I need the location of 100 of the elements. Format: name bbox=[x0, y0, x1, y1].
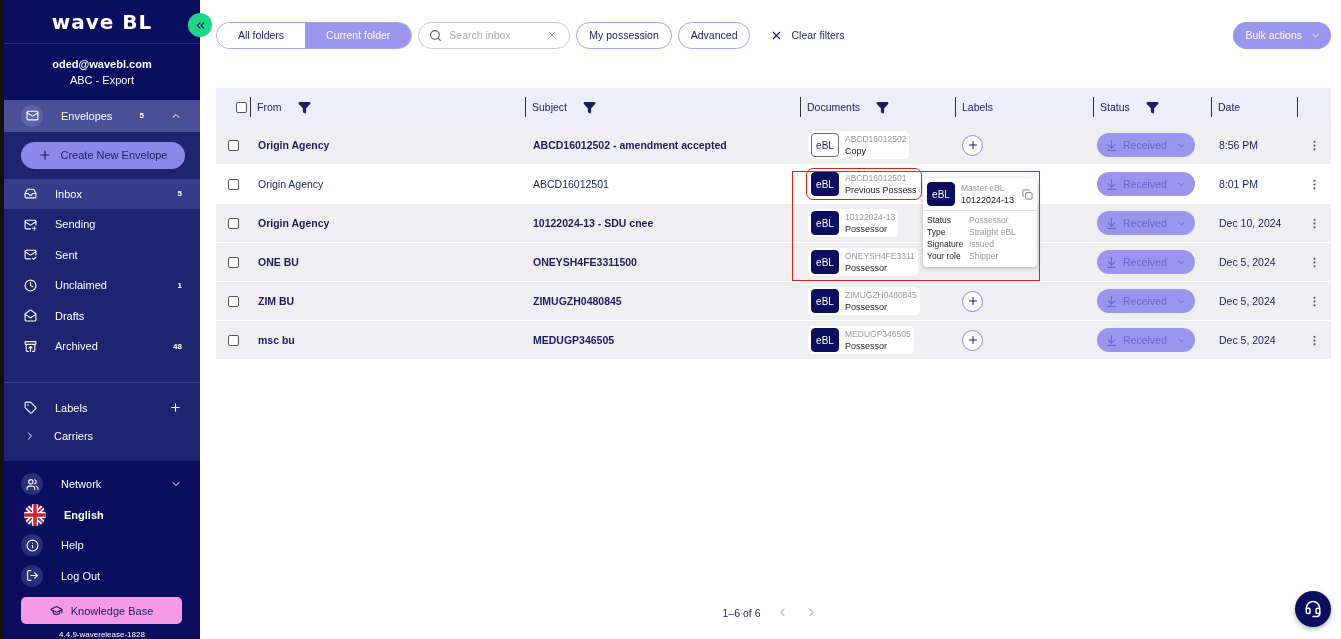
tooltip-label: Your role bbox=[927, 251, 962, 261]
add-label-button[interactable] bbox=[962, 290, 983, 312]
document-chip[interactable]: eBL ABCD16012502 Copy bbox=[808, 131, 910, 159]
folder-count: 5 bbox=[177, 189, 182, 199]
copy-icon[interactable] bbox=[1022, 188, 1033, 200]
organization-name: ABC - Export bbox=[69, 73, 135, 86]
document-chip[interactable]: eBL ONEYSH4FE3311 Possessor bbox=[808, 248, 918, 276]
sender-cell-text: msc bu bbox=[257, 334, 296, 346]
document-role: Possessor bbox=[845, 223, 889, 235]
column-header[interactable]: From bbox=[257, 101, 282, 113]
add-label-button[interactable] bbox=[962, 134, 983, 156]
filter-icon[interactable] bbox=[297, 100, 311, 114]
sender-cell-text: ZIM BU bbox=[257, 295, 296, 307]
tag-icon bbox=[24, 401, 37, 415]
filter-button[interactable]: My possession bbox=[576, 21, 672, 49]
folder-count: 48 bbox=[173, 341, 182, 351]
sidebar-item[interactable]: Log Out bbox=[61, 569, 182, 582]
ebl-badge: eBL bbox=[811, 289, 839, 313]
info-icon bbox=[25, 538, 39, 552]
document-number: ABCD16012502 bbox=[845, 133, 907, 145]
document-number: 10122024-13 bbox=[845, 211, 896, 223]
document-role: Possessor bbox=[845, 301, 889, 313]
open-envelope-icon bbox=[24, 309, 37, 323]
user-email: oded@wavebl.com bbox=[52, 57, 152, 70]
pagination-range: 1–6 of 6 bbox=[722, 606, 761, 619]
download-icon bbox=[1105, 138, 1118, 152]
date-cell-text: 8:56 PM bbox=[1218, 139, 1260, 151]
clear-filters-button[interactable]: Clear filters bbox=[764, 27, 851, 43]
envelope-icon bbox=[25, 109, 39, 122]
ebl-badge: eBL bbox=[811, 133, 839, 157]
sender-cell-text: Origin Agency bbox=[257, 139, 331, 151]
document-role: Previous Possess bbox=[845, 184, 917, 196]
sidebar-item[interactable]: Network bbox=[61, 478, 152, 491]
column-header[interactable]: Labels bbox=[962, 101, 993, 113]
ebl-badge: eBL bbox=[927, 182, 955, 206]
download-icon bbox=[1105, 216, 1118, 230]
column-header[interactable]: Status bbox=[1100, 101, 1130, 113]
folder-item[interactable]: Archived 48 bbox=[4, 331, 200, 362]
people-icon bbox=[25, 477, 39, 491]
folder-label: Unclaimed bbox=[55, 279, 108, 292]
document-role: Copy bbox=[845, 145, 867, 157]
folder-item[interactable]: Inbox 5 bbox=[4, 178, 200, 209]
row-checkbox[interactable] bbox=[228, 139, 239, 151]
column-header[interactable]: Documents bbox=[807, 101, 861, 113]
subject-cell-text: ONEYSH4FE3311500 bbox=[532, 256, 638, 268]
document-number: MEDUGP346505 bbox=[845, 328, 911, 340]
knowledge-base-button[interactable]: Knowledge Base bbox=[21, 597, 182, 624]
document-role: Possessor bbox=[845, 262, 889, 274]
folder-item[interactable]: Drafts bbox=[4, 300, 200, 331]
plus-icon bbox=[966, 139, 979, 151]
folder-label: Sent bbox=[55, 248, 79, 261]
inbox-tray-icon bbox=[24, 187, 37, 201]
headset-icon bbox=[1304, 600, 1322, 618]
tooltip-title: Master eBL bbox=[961, 182, 1006, 194]
folder-item[interactable]: Unclaimed 1 bbox=[4, 270, 200, 301]
row-checkbox[interactable] bbox=[228, 178, 239, 190]
date-cell-text: Dec 5, 2024 bbox=[1218, 334, 1277, 346]
date-cell-text: 8:01 PM bbox=[1218, 178, 1260, 190]
download-icon bbox=[1105, 333, 1118, 347]
sender-cell-text: ONE BU bbox=[257, 256, 300, 268]
filter-icon[interactable] bbox=[1145, 100, 1159, 114]
filter-button[interactable]: Advanced bbox=[677, 21, 751, 49]
row-checkbox[interactable] bbox=[228, 334, 239, 346]
mail-check-icon bbox=[24, 248, 37, 262]
date-cell-text: Dec 5, 2024 bbox=[1218, 295, 1277, 307]
plus-icon bbox=[966, 334, 979, 346]
folder-item[interactable]: Sending bbox=[4, 209, 200, 240]
clock-icon bbox=[24, 278, 37, 292]
label-item[interactable]: Carriers bbox=[54, 430, 182, 442]
download-icon bbox=[1105, 294, 1118, 308]
ebl-badge: eBL bbox=[811, 328, 839, 352]
sidebar-item[interactable]: English bbox=[64, 508, 182, 521]
select-all-checkbox[interactable] bbox=[236, 101, 247, 113]
tooltip-label: Type bbox=[927, 227, 947, 237]
add-label-button[interactable] bbox=[962, 329, 983, 351]
document-chip[interactable]: eBL ABCD16012501 Previous Possess bbox=[808, 170, 920, 198]
document-chip[interactable]: eBL ZIMUGZH0480845 Possessor bbox=[808, 287, 920, 315]
search-field[interactable]: Search inbox bbox=[418, 21, 571, 49]
envelopes-section[interactable]: Envelopes bbox=[61, 109, 122, 122]
folder-label: Sending bbox=[55, 218, 97, 231]
document-chip[interactable]: eBL MEDUGP346505 Possessor bbox=[808, 326, 914, 354]
collapse-sidebar-button[interactable] bbox=[188, 13, 212, 37]
folder-item[interactable]: Sent bbox=[4, 239, 200, 270]
column-header[interactable]: Subject bbox=[532, 101, 568, 113]
row-checkbox[interactable] bbox=[228, 217, 239, 229]
subject-cell-text: MEDUGP346505 bbox=[532, 334, 616, 346]
row-checkbox[interactable] bbox=[228, 256, 239, 268]
document-chip[interactable]: eBL 10122024-13 Possessor bbox=[808, 209, 899, 237]
row-checkbox[interactable] bbox=[228, 295, 239, 307]
mail-plus-icon bbox=[24, 217, 37, 231]
create-envelope-button[interactable]: Create New Envelope bbox=[21, 141, 185, 169]
filter-icon[interactable] bbox=[583, 100, 597, 114]
support-button[interactable] bbox=[1295, 591, 1331, 627]
sidebar-item[interactable]: Help bbox=[61, 539, 182, 552]
labels-section[interactable]: Labels bbox=[55, 401, 151, 414]
column-header[interactable]: Date bbox=[1218, 101, 1241, 113]
archive-box-icon bbox=[24, 339, 37, 353]
add-label-icon[interactable] bbox=[169, 401, 182, 415]
download-icon bbox=[1105, 177, 1118, 191]
filter-icon[interactable] bbox=[876, 100, 890, 114]
